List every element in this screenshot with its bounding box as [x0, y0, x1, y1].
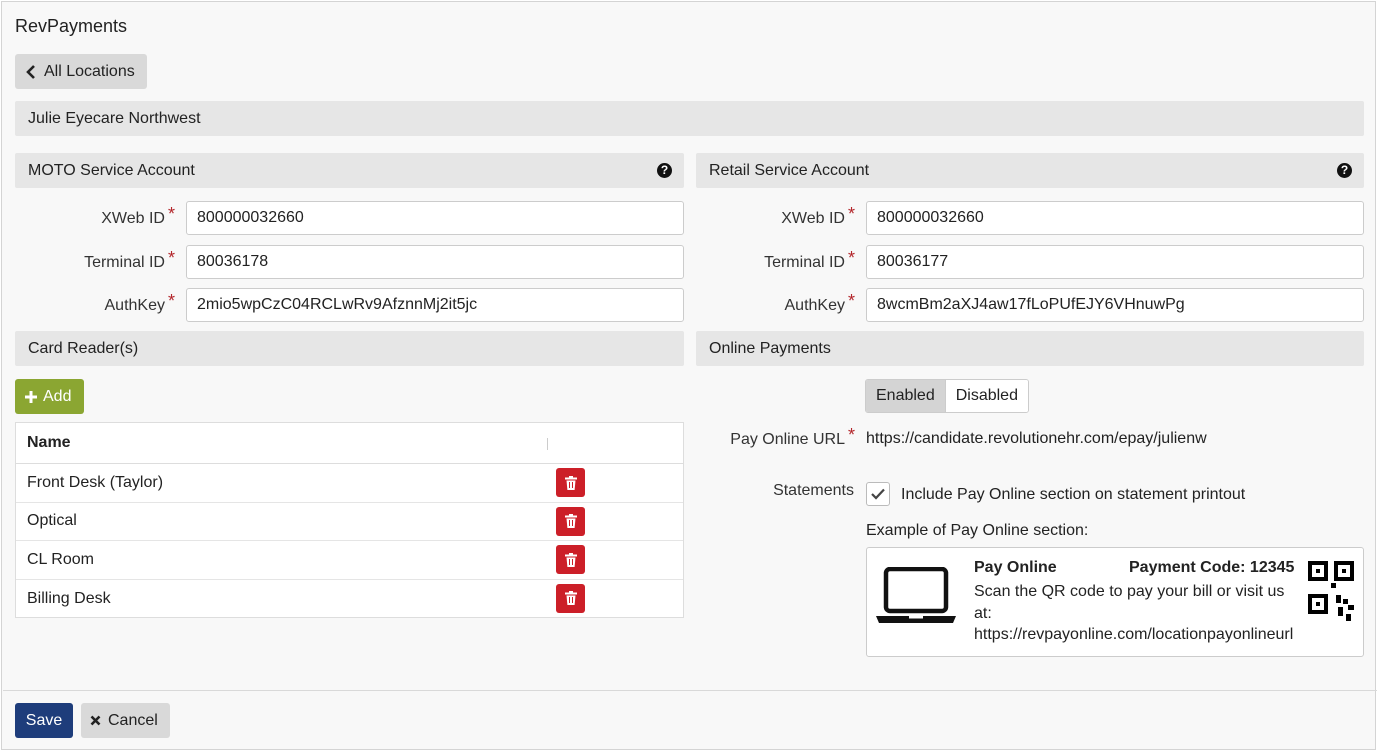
- retail-xweb-id-input[interactable]: [866, 201, 1364, 235]
- table-row: Front Desk (Taylor): [16, 464, 683, 503]
- trash-icon: [564, 514, 577, 528]
- retail-section-header: Retail Service Account ?: [696, 153, 1364, 188]
- all-locations-label: All Locations: [44, 62, 135, 80]
- table-row: Optical: [16, 503, 683, 541]
- location-name: Julie Eyecare Northwest: [28, 109, 201, 127]
- card-readers-table: Name Front Desk (Taylor) Optical CL Room…: [15, 422, 684, 618]
- pay-online-url-value: https://candidate.revolutionehr.com/epay…: [866, 430, 1207, 447]
- reader-name: Billing Desk: [27, 589, 111, 607]
- reader-name: Front Desk (Taylor): [27, 473, 164, 491]
- trash-icon: [564, 591, 577, 605]
- laptop-icon: [876, 567, 956, 623]
- disabled-option[interactable]: Disabled: [944, 380, 1028, 412]
- retail-authkey-label: AuthKey *: [784, 291, 856, 314]
- pay-online-example: Pay Online Payment Code: 12345 Scan the …: [866, 547, 1364, 657]
- moto-terminal-label: Terminal ID *: [84, 248, 175, 271]
- moto-section-header: MOTO Service Account ?: [15, 153, 684, 188]
- statements-label: Statements: [773, 482, 854, 499]
- table-row: Billing Desk: [16, 580, 683, 619]
- enabled-option[interactable]: Enabled: [866, 380, 945, 412]
- include-pay-online-label: Include Pay Online section on statement …: [901, 486, 1246, 503]
- chevron-left-icon: [26, 64, 35, 79]
- example-heading: Pay Online: [974, 559, 1057, 576]
- footer-divider: [3, 690, 1377, 691]
- table-header: Name: [16, 423, 683, 464]
- reader-name: CL Room: [27, 550, 94, 568]
- moto-xweb-id-input[interactable]: [186, 201, 684, 235]
- delete-button[interactable]: [556, 545, 585, 574]
- reader-name: Optical: [27, 512, 77, 530]
- retail-xweb-label: XWeb ID *: [781, 204, 855, 227]
- column-resize-handle[interactable]: [547, 438, 548, 450]
- pay-online-url-label: Pay Online URL *: [730, 425, 855, 448]
- app-window: RevPayments All Locations Julie Eyecare …: [1, 1, 1377, 750]
- retail-terminal-id-input[interactable]: [866, 245, 1364, 279]
- retail-section-title: Retail Service Account: [709, 161, 870, 179]
- app-title: RevPayments: [15, 16, 128, 36]
- moto-terminal-id-input[interactable]: [186, 245, 684, 279]
- table-row: CL Room: [16, 541, 683, 580]
- example-url: https://revpayonline.com/locationpayonli…: [974, 626, 1294, 643]
- qr-code-icon: [1308, 561, 1354, 621]
- help-icon[interactable]: ?: [657, 163, 672, 178]
- example-payment-code: Payment Code: 12345: [1129, 559, 1295, 576]
- card-readers-title: Card Reader(s): [28, 339, 139, 357]
- checkmark-icon: [871, 488, 885, 500]
- online-payments-header: Online Payments: [696, 331, 1364, 366]
- trash-icon: [564, 552, 577, 567]
- example-instructions: Scan the QR code to pay your bill or vis…: [974, 583, 1285, 622]
- column-header-name[interactable]: Name: [27, 434, 71, 452]
- cancel-label: Cancel: [108, 711, 158, 729]
- online-payments-toggle: Enabled Disabled: [865, 379, 1029, 413]
- delete-button[interactable]: [556, 506, 585, 536]
- close-icon: [90, 715, 101, 726]
- trash-icon: [564, 475, 577, 490]
- save-button[interactable]: Save: [15, 703, 73, 738]
- moto-section-title: MOTO Service Account: [28, 161, 195, 179]
- add-card-reader-button[interactable]: Add: [15, 379, 84, 414]
- delete-button[interactable]: [556, 583, 585, 613]
- moto-authkey-input[interactable]: [186, 288, 684, 322]
- include-pay-online-checkbox[interactable]: [866, 482, 890, 506]
- location-header: Julie Eyecare Northwest: [15, 101, 1364, 136]
- retail-authkey-input[interactable]: [866, 288, 1364, 322]
- plus-icon: [25, 390, 37, 403]
- example-label: Example of Pay Online section:: [866, 522, 1089, 539]
- moto-xweb-label: XWeb ID *: [101, 204, 175, 227]
- delete-button[interactable]: [556, 468, 585, 497]
- online-payments-title: Online Payments: [709, 339, 831, 357]
- card-readers-header: Card Reader(s): [15, 331, 684, 366]
- help-icon[interactable]: ?: [1337, 163, 1352, 178]
- retail-terminal-label: Terminal ID *: [764, 248, 855, 271]
- moto-authkey-label: AuthKey *: [104, 291, 176, 314]
- cancel-button[interactable]: Cancel: [81, 703, 170, 738]
- all-locations-button[interactable]: All Locations: [15, 54, 147, 89]
- example-body: Scan the QR code to pay your bill or vis…: [974, 581, 1294, 646]
- add-label: Add: [43, 387, 72, 405]
